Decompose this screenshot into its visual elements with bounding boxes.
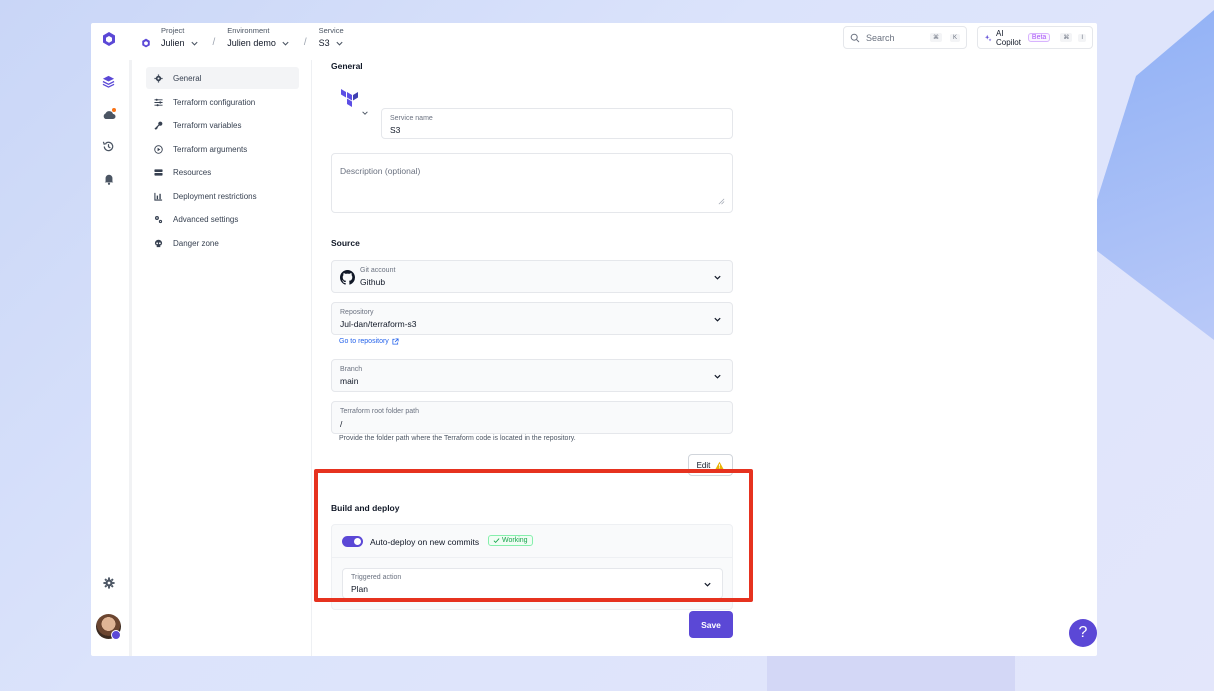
- service-name-field[interactable]: Service name S3: [381, 108, 733, 139]
- beta-badge: Beta: [1027, 33, 1051, 42]
- git-account-label: Git account: [360, 267, 396, 274]
- description-placeholder: Description (optional): [340, 166, 421, 176]
- breadcrumb-separator: /: [303, 37, 307, 48]
- terraform-root-path-label: Terraform root folder path: [340, 408, 419, 415]
- left-rail: [91, 60, 126, 656]
- copilot-shortcut-key: ⌘: [1060, 33, 1073, 42]
- breadcrumb-project-value: Julien: [161, 38, 185, 48]
- settings-gear-icon[interactable]: [101, 575, 116, 590]
- background-shape: [1084, 10, 1214, 340]
- cogs-icon: [154, 215, 163, 223]
- terraform-root-path-value: /: [340, 419, 343, 429]
- qovery-logo-icon[interactable]: [101, 31, 117, 47]
- terraform-logo-icon: [341, 89, 358, 107]
- key-icon: [154, 121, 163, 130]
- copilot-shortcut-key: I: [1078, 33, 1086, 42]
- go-to-repository-text: Go to repository: [339, 338, 389, 345]
- project-logo-icon: [142, 38, 150, 48]
- chevron-down-icon: [714, 374, 721, 379]
- breadcrumb-service-value: S3: [318, 38, 330, 48]
- git-account-value: Github: [360, 277, 386, 287]
- resize-handle-icon[interactable]: [718, 198, 725, 205]
- repository-label: Repository: [340, 309, 374, 316]
- chevron-down-icon: [336, 41, 343, 46]
- branch-label: Branch: [340, 366, 363, 373]
- chevron-down-icon: [362, 111, 368, 115]
- repository-select[interactable]: Repository Jul-dan/terraform-s3: [331, 302, 733, 335]
- chevron-down-icon: [714, 317, 721, 322]
- subnav-item-label: Danger zone: [173, 238, 219, 248]
- terraform-root-path-hint: Provide the folder path where the Terraf…: [339, 435, 576, 442]
- breadcrumb-separator: /: [212, 37, 216, 48]
- subnav-item-resources[interactable]: Resources: [146, 161, 299, 183]
- branch-select[interactable]: Branch main: [331, 359, 733, 392]
- settings-subnav: General Terraform configuration Terrafor…: [132, 60, 312, 656]
- breadcrumb-environment-value: Julien demo: [227, 38, 276, 48]
- bell-icon[interactable]: [101, 171, 116, 186]
- gear-icon: [154, 73, 163, 83]
- play-circle-icon: [154, 144, 163, 154]
- general-section-title: General: [331, 61, 363, 71]
- history-icon[interactable]: [101, 139, 116, 154]
- save-button[interactable]: Save: [689, 611, 733, 638]
- subnav-item-general[interactable]: General: [146, 67, 299, 89]
- github-icon: [340, 270, 355, 285]
- background-shape-bottom: [767, 655, 1015, 691]
- ai-copilot-label: AI Copilot: [996, 28, 1021, 47]
- external-link-icon: [392, 338, 399, 345]
- help-button[interactable]: ?: [1069, 619, 1097, 647]
- source-section-title: Source: [331, 238, 360, 248]
- search-shortcut-key: ⌘: [929, 33, 942, 42]
- breadcrumb-project[interactable]: Project Julien: [161, 25, 199, 50]
- sliders-icon: [154, 98, 163, 106]
- subnav-item-danger-zone[interactable]: Danger zone: [146, 232, 299, 254]
- breadcrumb-project-label: Project: [161, 26, 185, 35]
- chevron-down-icon: [714, 275, 721, 280]
- ai-copilot-button[interactable]: AI Copilot Beta ⌘ I: [977, 26, 1093, 49]
- branch-value: main: [340, 376, 359, 386]
- repository-value: Jul-dan/terraform-s3: [340, 319, 417, 329]
- sparkle-icon: [984, 34, 992, 41]
- description-textarea[interactable]: Description (optional): [331, 153, 733, 213]
- search-shortcut-key: K: [949, 33, 960, 42]
- chevron-down-icon: [190, 41, 198, 46]
- skull-icon: [154, 239, 163, 247]
- subnav-item-label: Deployment restrictions: [173, 191, 257, 201]
- git-account-select[interactable]: Git account Github: [331, 260, 733, 293]
- service-name-value: S3: [390, 125, 401, 135]
- subnav-item-label: General: [173, 73, 202, 83]
- breadcrumb-environment[interactable]: Environment Julien demo: [227, 25, 290, 50]
- cloud-icon[interactable]: [101, 107, 116, 122]
- breadcrumb: Project Julien / Environment Julien demo…: [141, 25, 358, 50]
- service-name-label: Service name: [390, 115, 433, 122]
- subnav-item-terraform-configuration[interactable]: Terraform configuration: [146, 91, 299, 113]
- subnav-item-label: Advanced settings: [173, 214, 239, 224]
- chevron-down-icon: [282, 41, 289, 46]
- top-bar: Project Julien / Environment Julien demo…: [91, 23, 1097, 60]
- avatar-badge: [111, 630, 121, 640]
- breadcrumb-environment-label: Environment: [227, 26, 270, 35]
- search-input[interactable]: Search ⌘ K: [843, 26, 967, 49]
- subnav-item-deployment-restrictions[interactable]: Deployment restrictions: [146, 185, 299, 207]
- subnav-item-terraform-variables[interactable]: Terraform variables: [146, 114, 299, 136]
- search-placeholder: Search: [866, 32, 895, 43]
- layers-icon[interactable]: [101, 74, 116, 89]
- breadcrumb-service[interactable]: Service S3: [319, 25, 344, 50]
- breadcrumb-service-label: Service: [318, 26, 344, 35]
- subnav-item-advanced-settings[interactable]: Advanced settings: [146, 208, 299, 230]
- highlight-annotation-box: [314, 469, 753, 602]
- service-icon-selector[interactable]: [331, 84, 375, 121]
- subnav-item-label: Terraform variables: [173, 120, 242, 130]
- server-icon: [154, 168, 163, 176]
- subnav-item-label: Terraform arguments: [173, 144, 248, 154]
- subnav-item-label: Resources: [173, 167, 212, 177]
- chart-icon: [154, 192, 163, 201]
- go-to-repository-link[interactable]: Go to repository: [339, 338, 399, 345]
- terraform-root-path-input[interactable]: Terraform root folder path /: [331, 401, 733, 434]
- subnav-item-terraform-arguments[interactable]: Terraform arguments: [146, 138, 299, 160]
- subnav-item-label: Terraform configuration: [173, 97, 256, 107]
- search-icon: [850, 33, 860, 42]
